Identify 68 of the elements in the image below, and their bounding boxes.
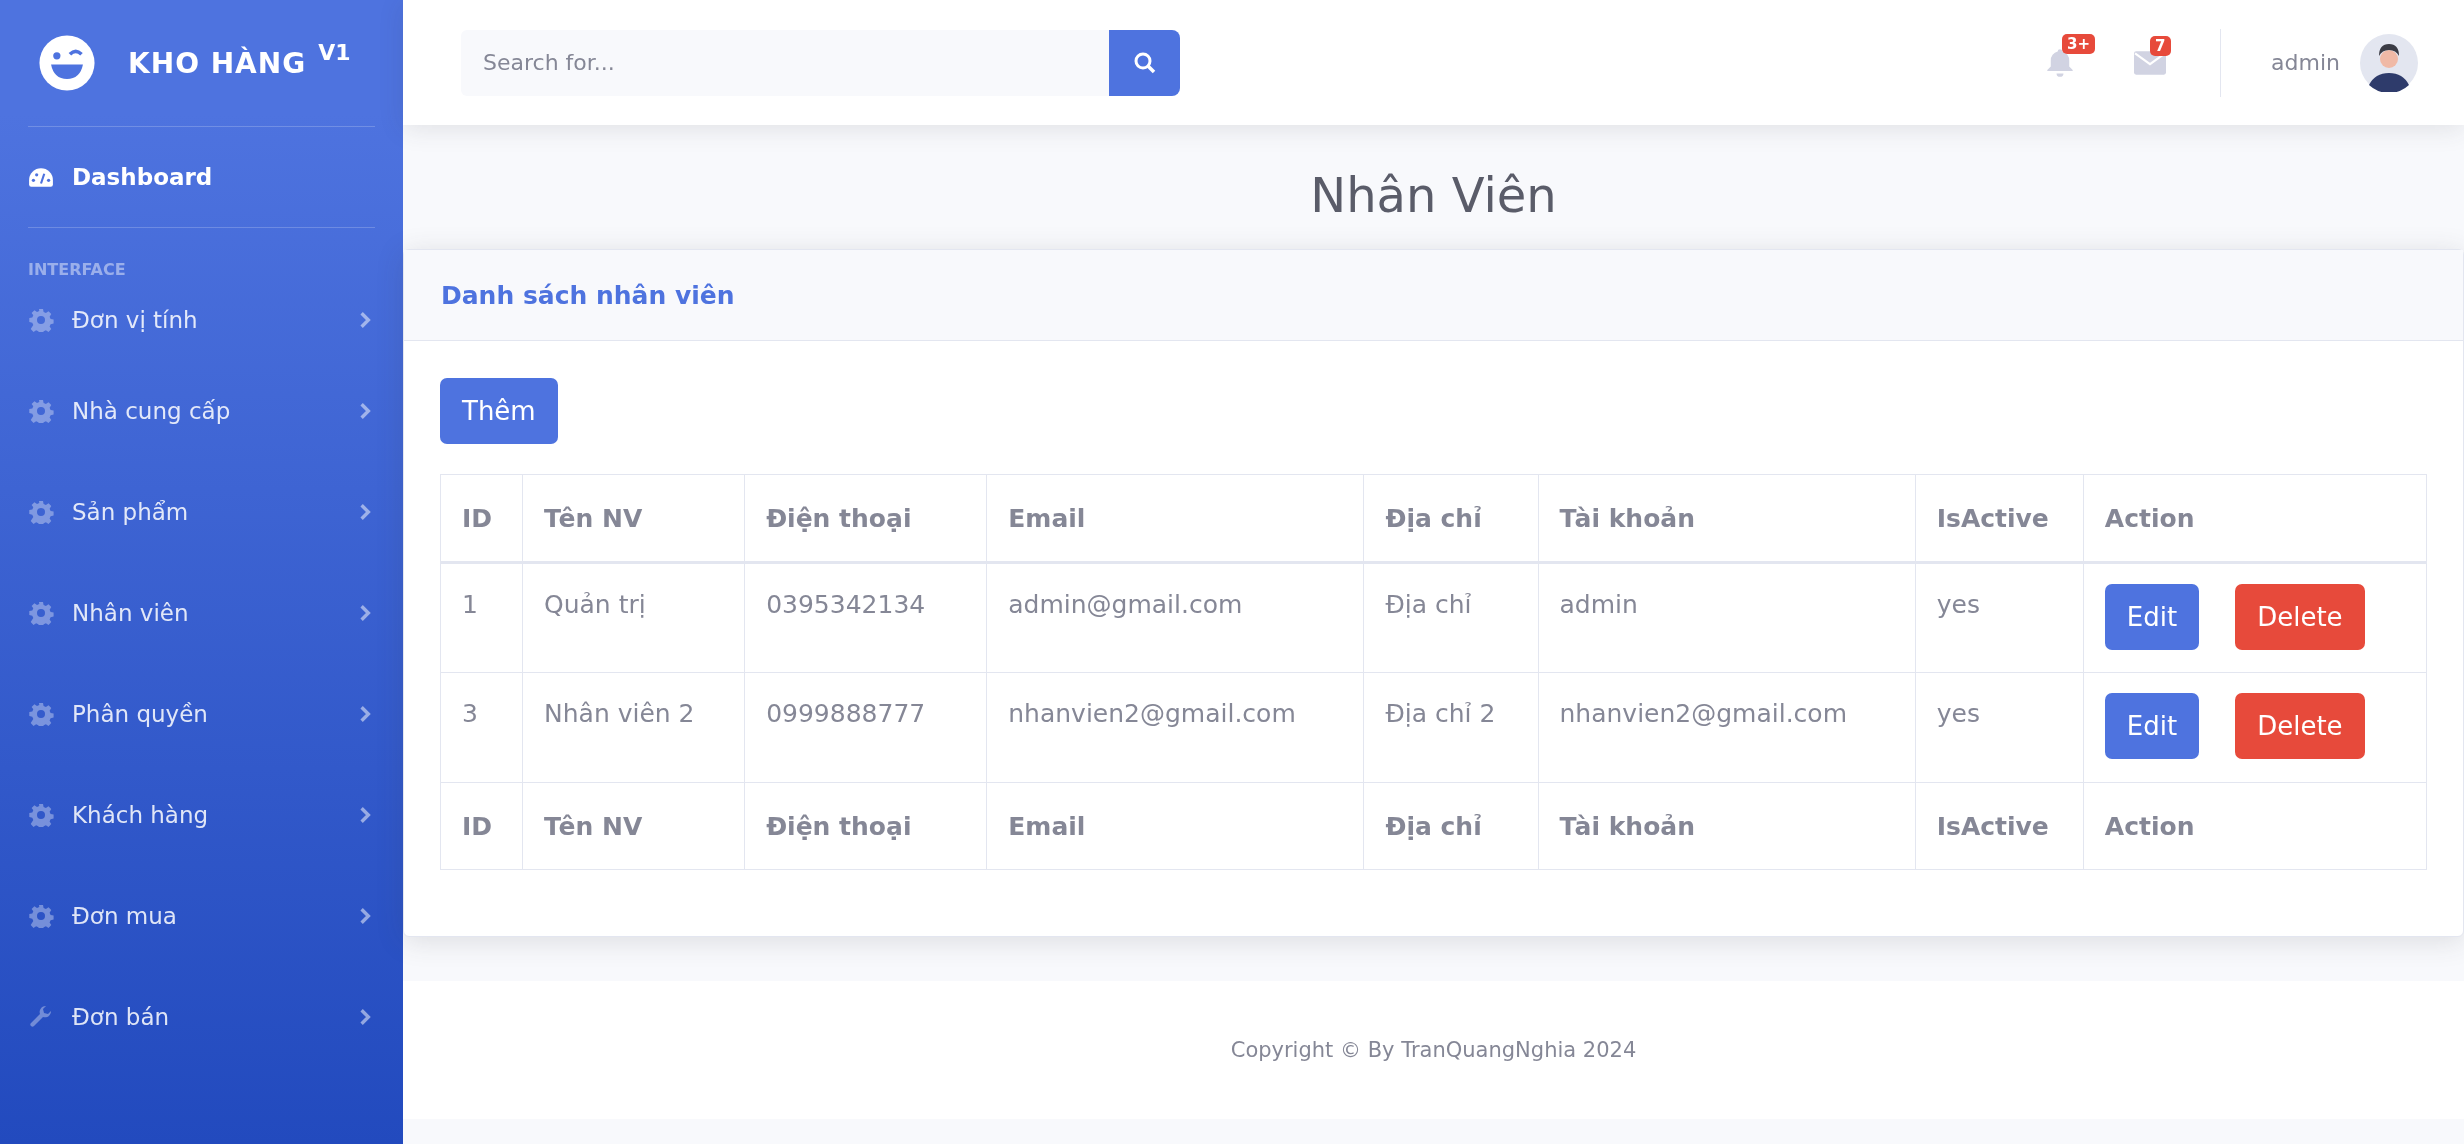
column-header: Điện thoại [744,474,987,563]
edit-button[interactable]: Edit [2104,693,2200,759]
bell-icon[interactable] [2046,47,2075,78]
sidebar-heading: INTERFACE [28,260,127,280]
sidebar-item[interactable]: Phân quyền [28,663,375,764]
table-cell: Nhân viên 2 [522,672,745,783]
column-footer: Email [986,782,1364,870]
sidebar-item[interactable]: Nhân viên [28,562,375,663]
table-cell: Địa chỉ [1363,562,1538,673]
delete-button[interactable]: Delete [2235,693,2365,759]
gear-icon [28,903,54,928]
delete-button[interactable]: Delete [2235,584,2365,650]
column-footer: ID [440,782,523,870]
table-cell: 3 [440,672,523,783]
table-cell: yes [1915,562,2084,673]
gear-icon [28,308,54,332]
sidebar-item[interactable]: Dashboard [28,127,375,227]
sidebar-item[interactable]: Đơn bán [28,966,375,1067]
search-button[interactable] [1109,29,1180,96]
column-footer: Tên NV [522,782,745,870]
wrench-icon [28,1004,54,1029]
table-cell: nhanvien2@gmail.com [986,672,1364,783]
table-cell: yes [1915,672,2084,783]
table-cell: Quản trị [522,562,745,673]
sidebar-item[interactable]: Đơn mua [28,865,375,966]
column-footer: Điện thoại [744,782,987,870]
avatar[interactable] [2360,33,2418,92]
brand-version: V1 [318,40,351,65]
search-field[interactable]: Search for... [461,29,1109,96]
copyright-text: Copyright © By TranQuangNghia 2024 [1230,1038,1637,1062]
sidebar-item[interactable]: Sản phẩm [28,461,375,562]
table-cell: admin@gmail.com [986,562,1364,673]
gear-icon [28,398,54,423]
table-cell: 0999888777 [744,672,987,783]
column-footer: Action [2083,782,2427,870]
edit-button[interactable]: Edit [2104,584,2200,650]
gear-icon [28,600,54,625]
search-icon [1132,50,1157,75]
column-header: ID [440,474,523,563]
message-count: 7 [2150,35,2171,56]
table-cell: Địa chỉ 2 [1363,672,1538,783]
column-header: IsActive [1915,474,2084,563]
column-footer: Tài khoản [1538,782,1916,870]
gear-icon [28,499,54,524]
table-cell: admin [1538,562,1916,673]
column-header: Địa chỉ [1363,474,1538,563]
page-title: Nhân Viên [1309,167,1558,223]
add-button[interactable]: Thêm [440,378,558,444]
sidebar-item[interactable]: Khách hàng [28,764,375,865]
column-footer: IsActive [1915,782,2084,870]
gear-icon [28,802,54,827]
column-header: Tài khoản [1538,474,1916,563]
column-header: Action [2083,474,2427,563]
laughing-face-icon [38,34,96,92]
gear-icon [28,701,54,726]
card-title: Danh sách nhân viên [441,280,735,310]
table-cell: nhanvien2@gmail.com [1538,672,1916,783]
sidebar-item[interactable]: Đơn vị tính [28,280,375,360]
table-cell: 0395342134 [744,562,987,673]
brand-name: KHO HÀNG [128,46,307,80]
sidebar-item[interactable]: Nhà cung cấp [28,360,375,461]
user-name[interactable]: admin [2271,50,2340,75]
column-header: Email [986,474,1364,563]
table-cell: 1 [440,562,523,673]
notification-count: 3+ [2062,33,2096,54]
gauge-icon [28,165,54,189]
column-header: Tên NV [522,474,745,563]
column-footer: Địa chỉ [1363,782,1538,870]
